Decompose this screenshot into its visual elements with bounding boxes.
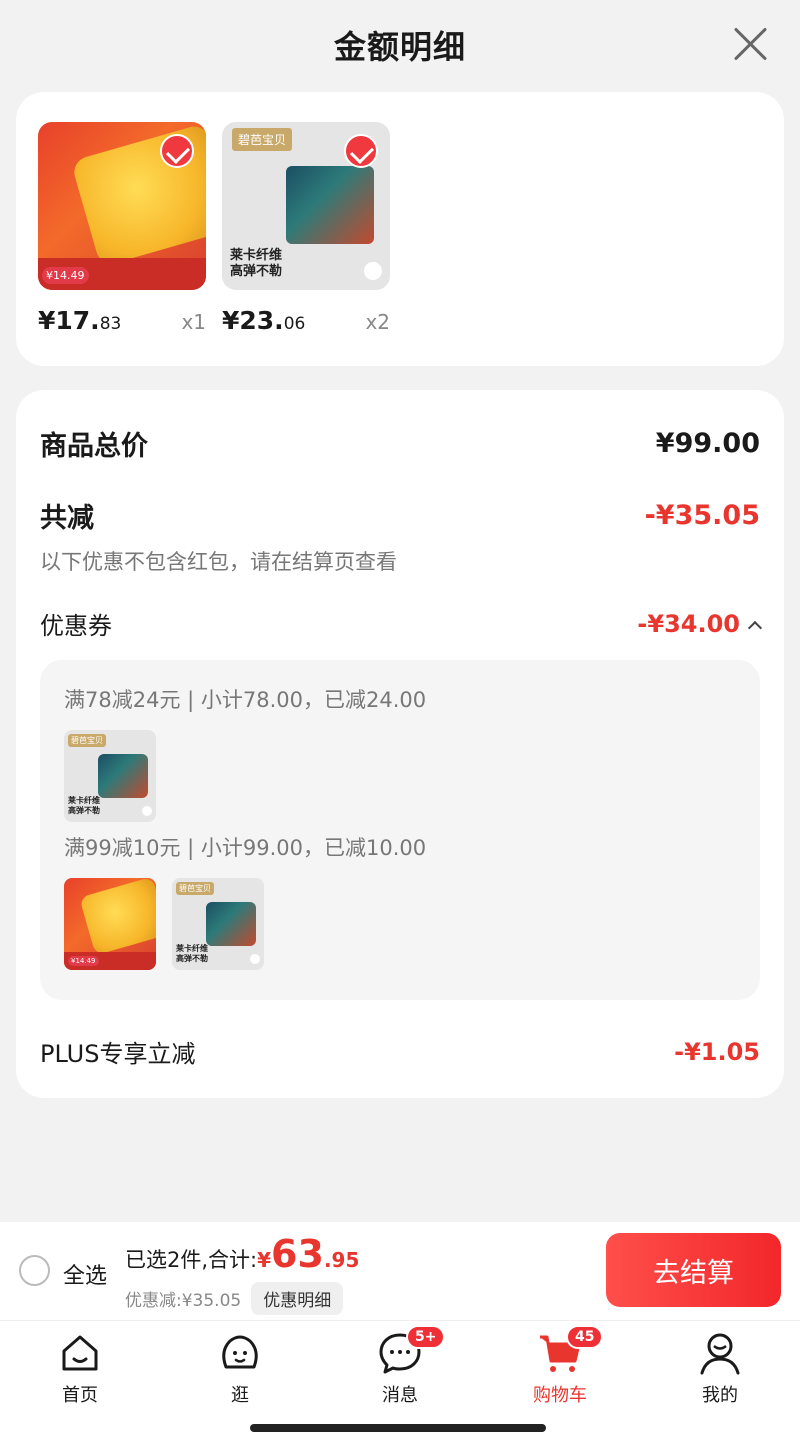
discount-amount: 优惠减:¥35.05 xyxy=(125,1291,242,1311)
coupon-row[interactable]: 优惠券 -¥34.00 xyxy=(40,606,763,641)
product-thumbnail[interactable]: 碧芭宝贝 莱卡纤维 高弹不勒 xyxy=(222,122,390,290)
coupon-product-thumbnail: ¥14.49 xyxy=(64,878,156,970)
chevron-up-icon[interactable] xyxy=(747,620,763,635)
cart-badge: 45 xyxy=(566,1325,604,1349)
total-amount: 63 xyxy=(271,1232,324,1276)
discount-line: 优惠减:¥35.05 优惠明细 xyxy=(125,1282,344,1315)
coupon-rule: 满99减10元 | 小计99.00，已减10.00 xyxy=(64,836,427,860)
coupon-label: 优惠券 xyxy=(40,612,112,640)
message-icon: 5+ xyxy=(378,1325,446,1375)
coupon-product-thumbnail: 碧芭宝贝 莱卡纤维 高弹不勒 xyxy=(172,878,264,970)
product-price: ¥23.06 xyxy=(222,306,306,335)
checkout-button[interactable]: 去结算 xyxy=(606,1233,781,1307)
coupon-rule: 满78减24元 | 小计78.00，已减24.00 xyxy=(64,688,427,712)
reduce-label: 共减 xyxy=(40,503,94,534)
product-thumbnail[interactable]: ¥14.49 xyxy=(38,122,206,290)
tab-me[interactable]: 我的 xyxy=(660,1331,780,1407)
reduce-value: -¥35.05 xyxy=(644,500,760,531)
thumb-price-tag: ¥14.49 xyxy=(42,267,89,284)
select-all-radio[interactable] xyxy=(19,1255,50,1286)
checked-icon[interactable] xyxy=(160,134,194,168)
product-item[interactable]: 碧芭宝贝 莱卡纤维 高弹不勒 ¥23.06 x2 xyxy=(222,122,390,335)
total-line: 已选2件,合计: ¥ 63 .95 xyxy=(125,1232,360,1276)
checkout-bar: 全选 已选2件,合计: ¥ 63 .95 优惠减:¥35.05 优惠明细 去结算 xyxy=(0,1222,800,1320)
cart-icon: 45 xyxy=(538,1325,604,1375)
coupon-product-thumbnail: 碧芭宝贝 莱卡纤维 高弹不勒 xyxy=(64,730,156,822)
tab-browse[interactable]: 逛 xyxy=(180,1331,300,1407)
checked-icon[interactable] xyxy=(344,134,378,168)
select-all-label[interactable]: 全选 xyxy=(63,1258,107,1290)
tab-messages[interactable]: 5+ 消息 xyxy=(340,1325,460,1407)
home-indicator xyxy=(250,1424,546,1432)
tab-cart[interactable]: 45 购物车 xyxy=(500,1325,620,1407)
plus-discount-label: PLUS专享立减 xyxy=(40,1040,196,1068)
plus-discount-value: -¥1.05 xyxy=(674,1037,760,1066)
header: 金额明细 xyxy=(0,0,800,90)
message-badge: 5+ xyxy=(406,1325,446,1349)
product-list-card: ¥14.49 ¥17.83 x1 碧芭宝贝 莱卡纤维 高弹不勒 ¥23.06 x2 xyxy=(16,92,784,366)
product-item[interactable]: ¥14.49 ¥17.83 x1 xyxy=(38,122,206,335)
product-quantity: x2 xyxy=(365,310,390,334)
discount-note: 以下优惠不包含红包，请在结算页查看 xyxy=(40,550,397,574)
price-summary-card: 商品总价 ¥99.00 共减 -¥35.05 以下优惠不包含红包，请在结算页查看… xyxy=(16,390,784,1098)
coupon-value[interactable]: -¥34.00 xyxy=(637,610,763,638)
tab-home[interactable]: 首页 xyxy=(20,1331,140,1407)
page-title: 金额明细 xyxy=(333,28,466,66)
discount-detail-button[interactable]: 优惠明细 xyxy=(251,1282,344,1315)
brand-logo: 碧芭宝贝 xyxy=(232,128,293,151)
coupon-detail-box: 满78减24元 | 小计78.00，已减24.00 碧芭宝贝 莱卡纤维 高弹不勒 … xyxy=(40,660,760,1000)
total-price-label: 商品总价 xyxy=(40,431,148,462)
product-quantity: x1 xyxy=(181,310,206,334)
home-icon xyxy=(58,1331,102,1375)
product-price: ¥17.83 xyxy=(38,306,122,335)
user-icon xyxy=(698,1331,742,1375)
total-price-value: ¥99.00 xyxy=(655,428,760,459)
thumb-caption: 莱卡纤维 高弹不勒 xyxy=(230,248,283,279)
face-icon xyxy=(218,1331,262,1375)
close-icon[interactable] xyxy=(730,24,770,64)
